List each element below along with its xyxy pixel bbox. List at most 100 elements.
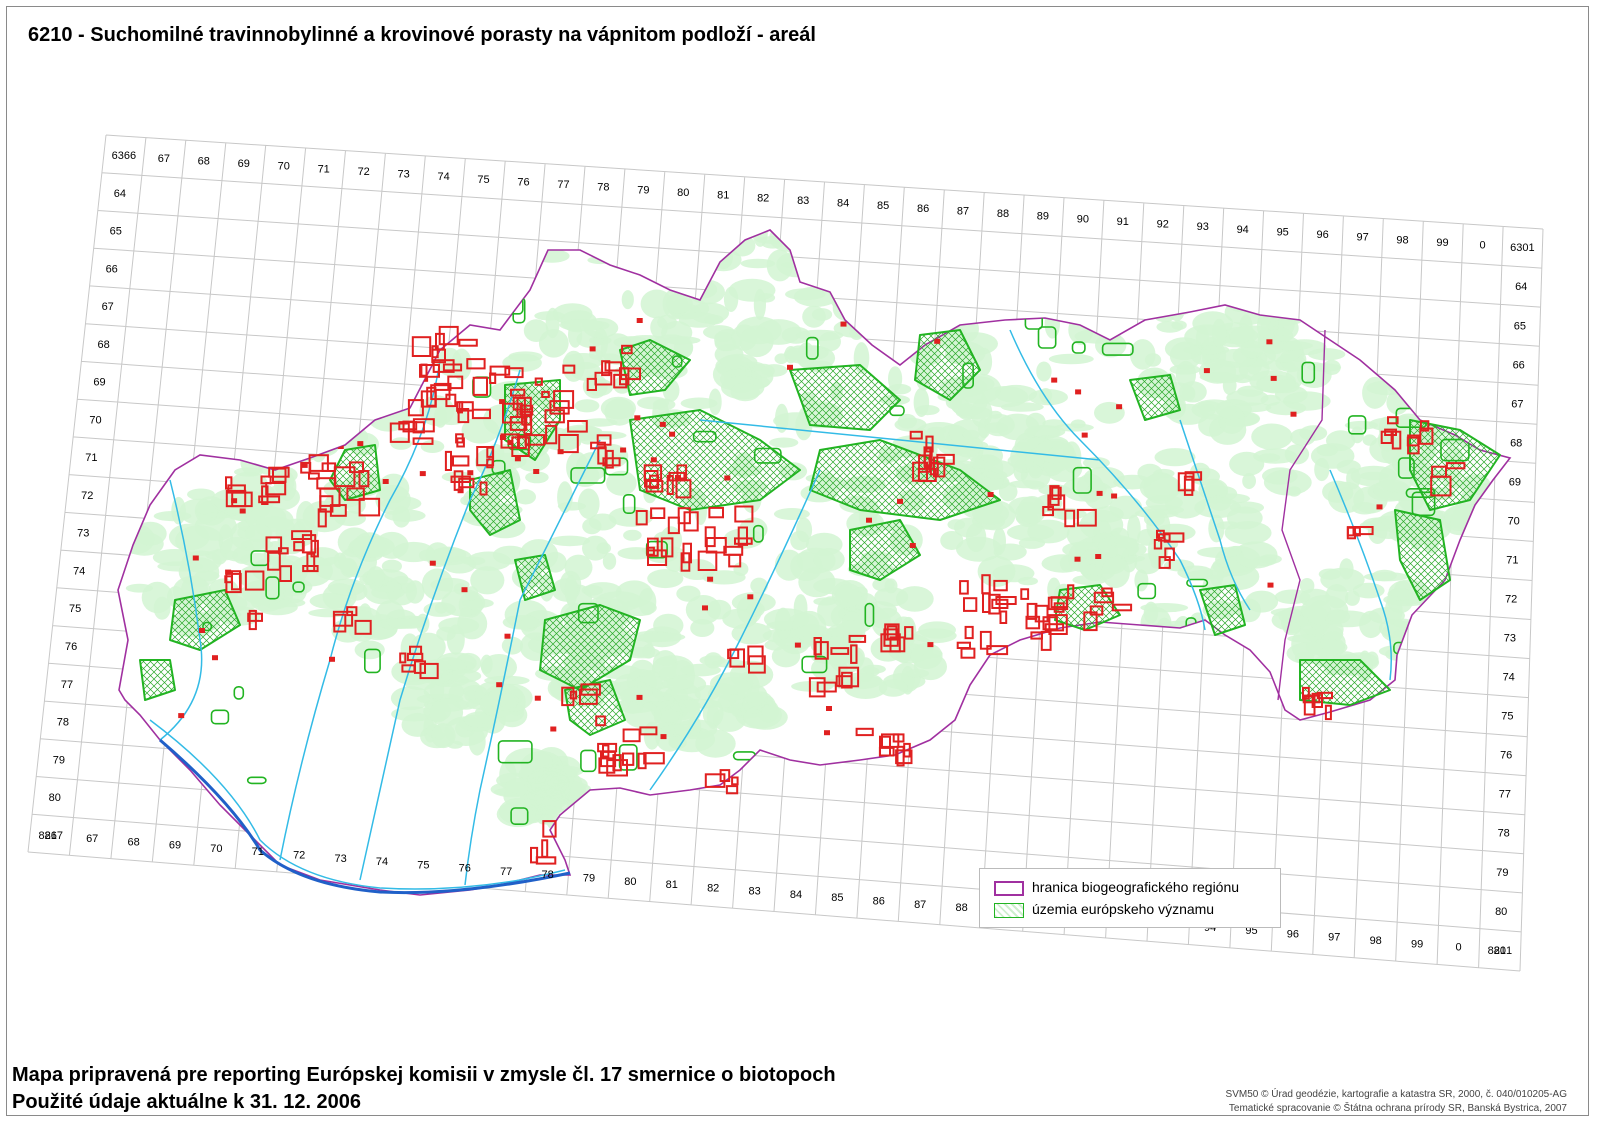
grid-label-top: 73 [397,169,409,181]
habitat-occurrence-point [675,475,681,480]
habitat-occurrence-point [1051,377,1058,383]
habitat-occurrence-point [826,706,832,711]
grid-label-bottom: 99 [1411,938,1423,950]
map-canvas: 6366 67 68 69 70 71 72 73 74 75 76 77 78 79 80 81 82 83 84… [27,134,1544,972]
habitat-occurrence-point [1239,798,1246,804]
grid-label-bottom: 85 [831,892,843,904]
habitat-occurrence-point [1081,432,1088,438]
habitat-occurrence-point [620,447,627,453]
grid-label-bottom: 0 [1455,942,1461,954]
habitat-occurrence-point [1290,411,1297,417]
footer-note-data-date: Použité údaje aktuálne k 31. 12. 2006 [12,1091,362,1113]
habitat-occurrence-point [329,656,335,662]
grid-label-top: 68 [198,155,210,167]
habitat-occurrence-point [987,492,994,497]
habitat-occurrence-point [1209,687,1216,693]
grid-label-top: 86 [917,203,929,215]
grid-label-top: 6366 [112,150,136,162]
grid-label-top: 6301 [1510,242,1534,254]
region-boundary-swatch-icon [994,880,1024,896]
habitat-occurrence-point [1075,389,1082,395]
habitat-occurrence-point [844,304,851,310]
grid-label-bottom: 73 [334,853,346,865]
grid-label-bottom: 87 [914,899,926,911]
habitat-occurrence-point [1116,404,1123,410]
habitat-occurrence-point [1063,674,1070,680]
grid-label-right: 71 [1506,555,1518,567]
habitat-occurrence-point [1005,713,1011,719]
grid-label-top: 98 [1396,234,1408,246]
grid-label-top: 89 [1037,211,1049,223]
habitat-occurrence-point [636,694,643,700]
habitat-occurrence-point [589,346,596,352]
habitat-occurrence-point [199,628,205,633]
grid-label-bottom: 71 [252,846,264,858]
grid-label-bottom: 97 [1328,932,1340,944]
grid-label-bottom: 79 [583,873,595,885]
habitat-occurrence-point [1376,504,1383,510]
habitat-occurrence-point [1266,339,1273,345]
grid-label-left: 81 [45,830,57,842]
habitat-occurrence-point [557,449,564,455]
grid-label-bottom: 83 [748,886,760,898]
habitat-occurrence-point [659,421,666,427]
grid-label-right: 78 [1498,828,1510,840]
grid-label-top: 93 [1197,221,1209,233]
habitat-occurrence-point [927,642,934,648]
habitat-occurrence-point [246,401,253,407]
credit-line-base-map: SVM50 © Úrad geodézie, kartografie a kat… [1225,1089,1567,1100]
habitat-occurrence-point [507,440,514,446]
grid-label-top: 83 [797,195,809,207]
habitat-occurrence-point [660,734,667,740]
country-layer [117,229,1512,896]
habitat-occurrence-point [357,441,364,447]
habitat-occurrence-point [176,399,183,405]
habitat-occurrence-point [1074,556,1081,562]
grid-label-bottom: 68 [127,836,139,848]
grid-label-bottom: 81 [666,879,678,891]
grid-label-bottom: 80 [624,876,636,888]
habitat-occurrence-point [1301,308,1308,313]
grid-label-left: 68 [97,339,109,351]
habitat-occurrence-point [496,682,503,688]
grid-label-top: 79 [637,184,649,196]
sci-crosshatch-swatch-icon [994,902,1024,918]
habitat-occurrence-point [550,726,557,732]
grid-label-top: 67 [158,153,170,165]
habitat-occurrence-point [192,555,199,561]
habitat-occurrence-point [794,642,801,648]
grid-label-top: 97 [1356,232,1368,244]
grid-label-bottom: 69 [169,840,181,852]
grid-label-top: 0 [1479,240,1485,252]
habitat-occurrence-point [382,479,389,484]
grid-label-top: 71 [318,163,330,175]
grid-label-top: 92 [1157,219,1169,231]
habitat-occurrence-point [467,470,474,476]
grid-label-right: 79 [1496,867,1508,879]
habitat-occurrence-point [514,456,521,462]
grid-label-left: 70 [89,415,101,427]
habitat-occurrence-point [231,498,238,504]
grid-label-top: 88 [997,208,1009,220]
grid-label-top: 70 [278,161,290,173]
grid-label-right: 75 [1501,711,1513,723]
grid-label-top: 84 [837,198,849,210]
grid-label-left: 71 [85,452,97,464]
grid-label-top: 94 [1237,224,1249,236]
habitat-occurrence-point [534,695,541,701]
grid-label-right: 74 [1503,672,1515,684]
grid-label-left: 75 [69,603,81,615]
habitat-occurrence-point [707,576,714,582]
grid-label-left: 72 [81,490,93,502]
grid-label-bottom: 74 [376,856,388,868]
habitat-occurrence-point [747,594,754,600]
grid-label-top: 77 [557,179,569,191]
habitat-occurrence-point [1412,320,1419,326]
grid-label-bottom: 98 [1370,935,1382,947]
grid-label-top: 82 [757,192,769,204]
grid-label-right: 81 [1494,945,1506,957]
legend-label-region-boundary: hranica biogeografického regiónu [1032,879,1240,895]
grid-label-top: 81 [717,190,729,202]
grid-label-right: 66 [1513,359,1525,371]
habitat-occurrence-point [840,321,847,327]
